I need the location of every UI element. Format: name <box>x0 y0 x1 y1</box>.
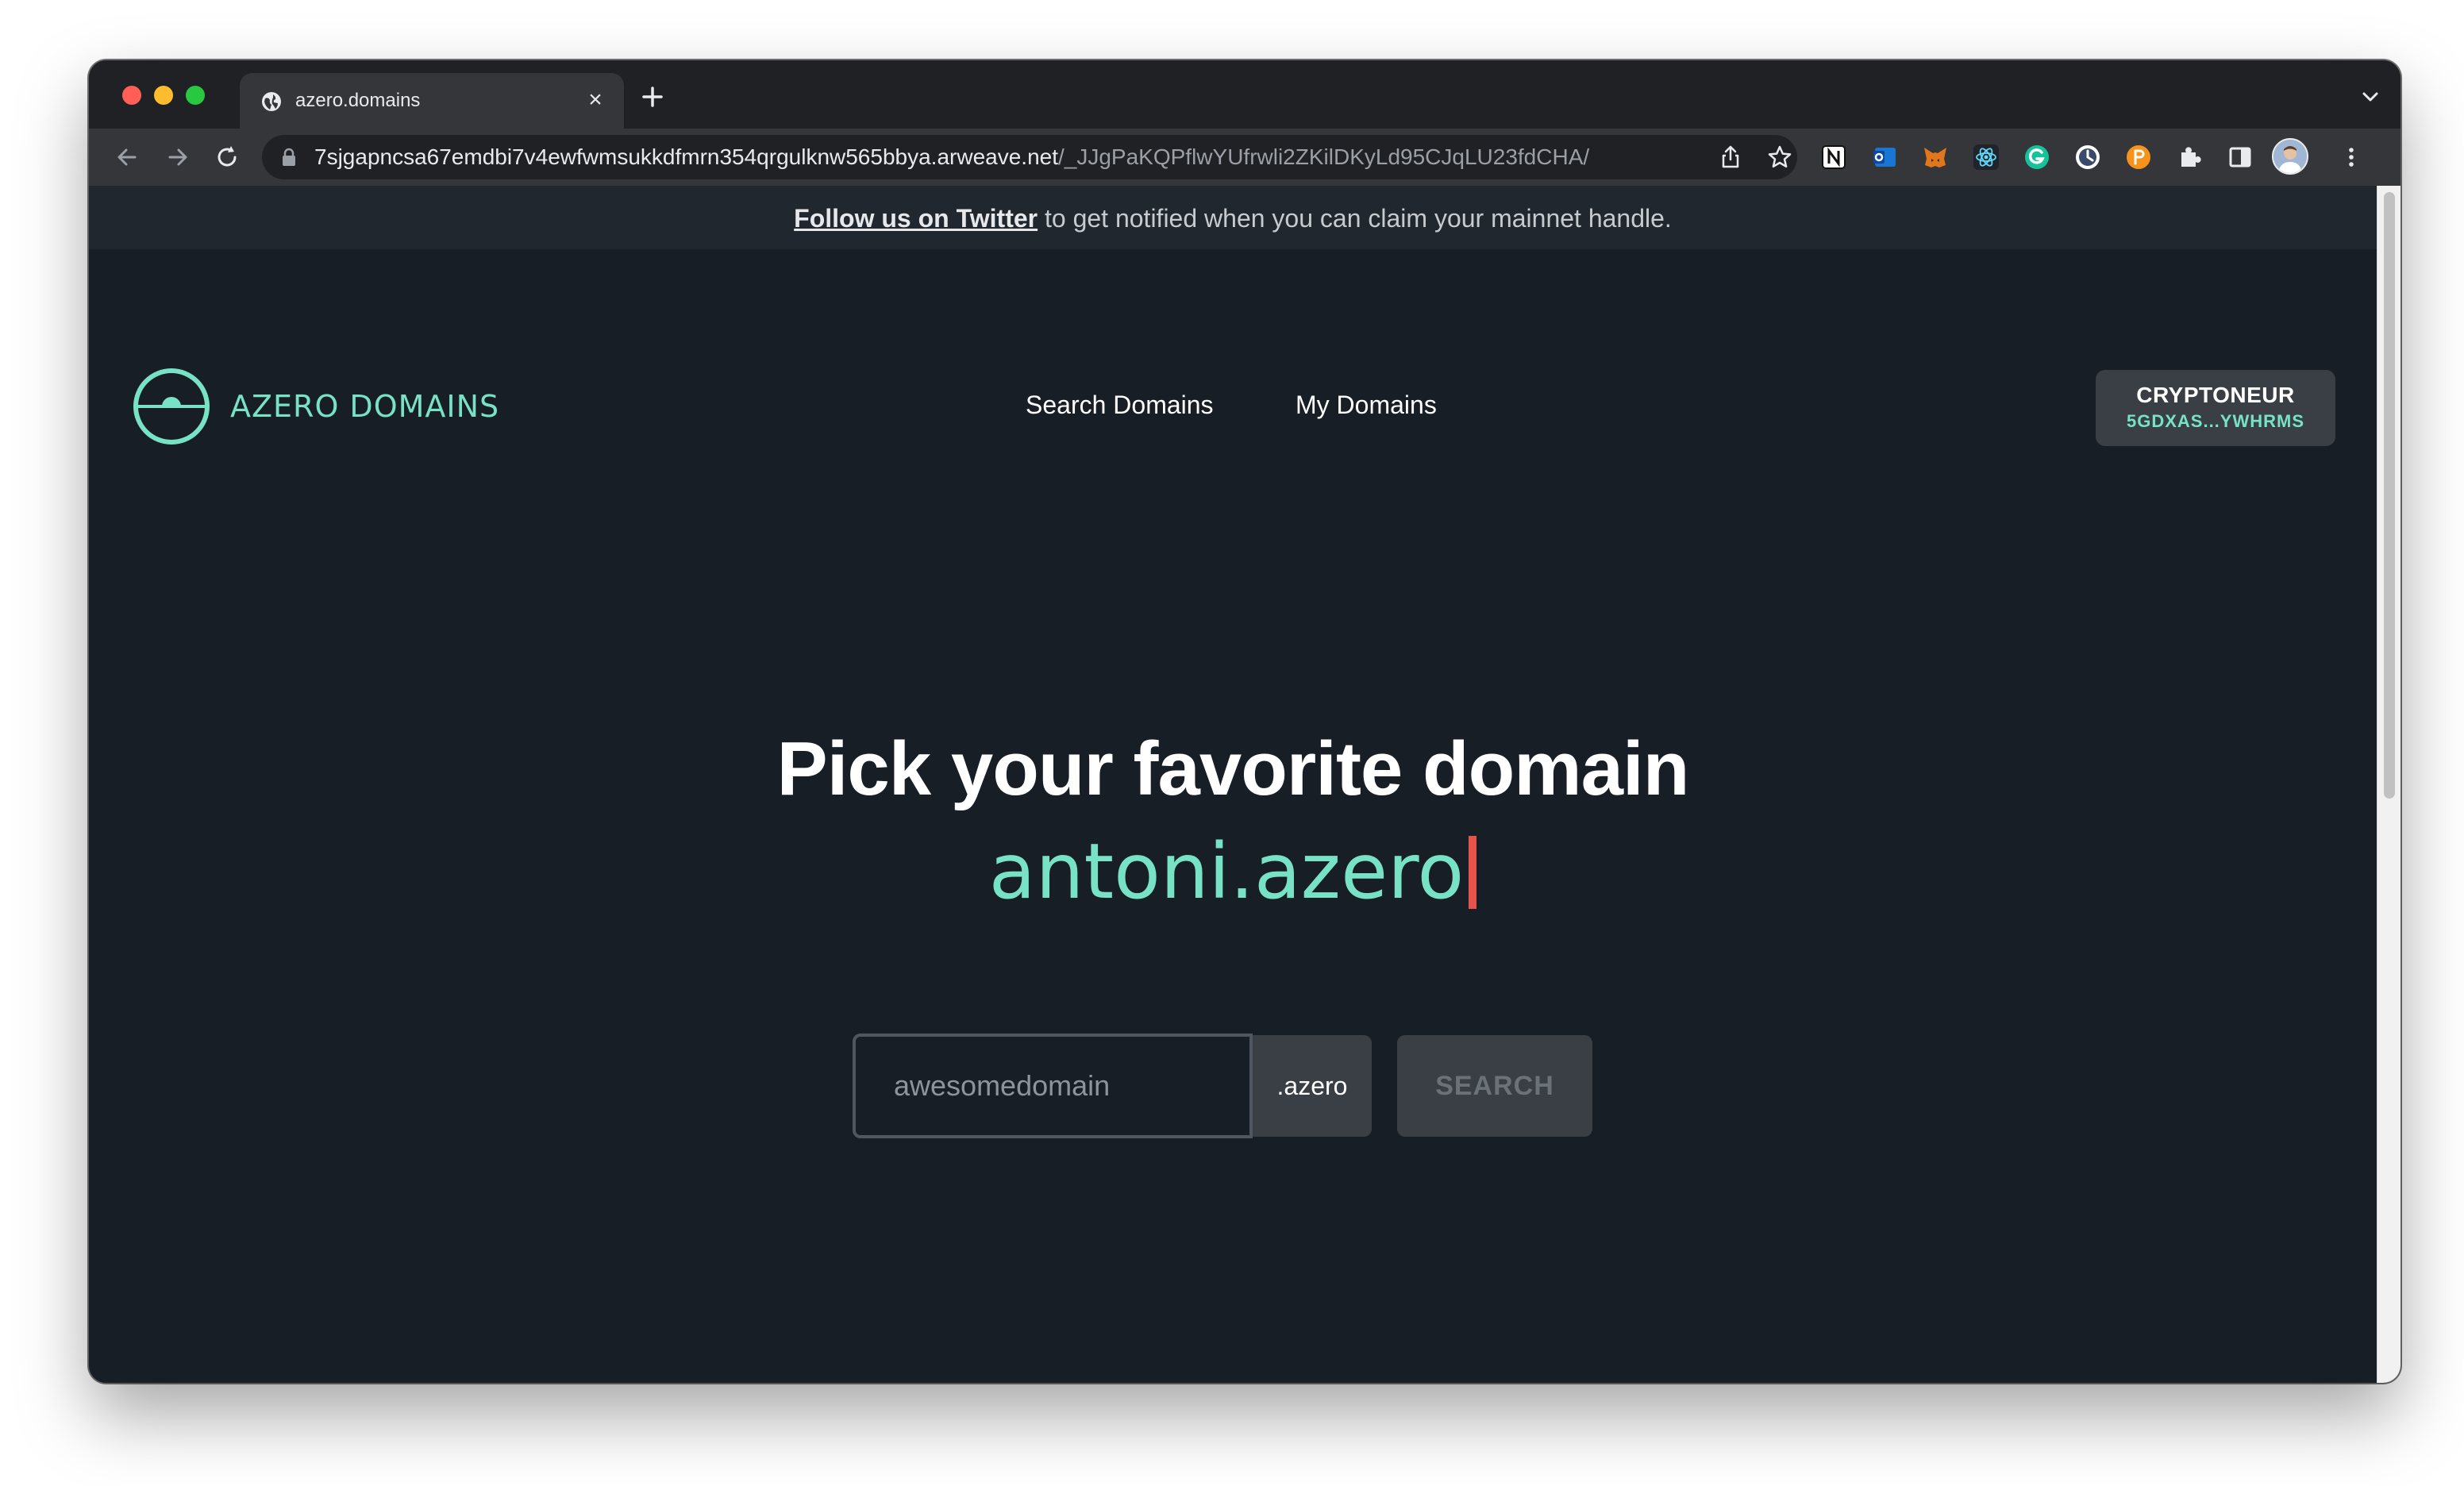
web-page: Follow us on Twitter to get notified whe… <box>89 186 2377 1383</box>
nav-my-domains[interactable]: My Domains <box>1296 391 1437 420</box>
puzzle-extensions-icon[interactable] <box>2173 141 2205 173</box>
new-tab-icon[interactable] <box>637 81 668 113</box>
account-button[interactable]: CRYPTONEUR 5GDXAS...YWHRMS <box>2096 370 2335 446</box>
orange-coin-extension-icon[interactable] <box>2123 141 2154 173</box>
hero-title: Pick your favorite domain <box>776 726 1690 811</box>
share-icon[interactable] <box>1716 143 1745 171</box>
twitter-follow-link[interactable]: Follow us on Twitter <box>794 204 1038 233</box>
azero-logo-icon[interactable] <box>132 367 211 446</box>
tab-strip: azero.domains × <box>89 60 2400 129</box>
banner-message: to get notified when you can claim your … <box>1038 204 1672 233</box>
tab-close-icon[interactable]: × <box>581 86 610 114</box>
react-devtools-icon[interactable] <box>1970 141 2002 173</box>
tld-suffix-label: .azero <box>1253 1035 1372 1137</box>
page-scrollbar[interactable] <box>2377 186 2400 1383</box>
more-menu-icon[interactable] <box>2335 141 2367 173</box>
browser-window: azero.domains × 7sjgapncsa67emdbi7v4ewfw… <box>89 60 2400 1383</box>
banner-text: Follow us on Twitter to get notified whe… <box>794 203 1672 233</box>
typing-caret <box>1469 836 1477 909</box>
brand-name[interactable]: AZERO DOMAINS <box>230 389 499 424</box>
back-arrow-icon[interactable] <box>110 140 144 175</box>
scrollbar-thumb[interactable] <box>2384 192 2395 799</box>
browser-toolbar: 7sjgapncsa67emdbi7v4ewfwmsukkdfmrn354qrg… <box>89 129 2400 186</box>
chevron-down-icon[interactable] <box>2354 81 2386 113</box>
clock-extension-icon[interactable] <box>2072 141 2104 173</box>
bookmark-star-icon[interactable] <box>1765 143 1794 171</box>
address-bar[interactable]: 7sjgapncsa67emdbi7v4ewfwmsukkdfmrn354qrg… <box>262 135 1797 179</box>
url-path: /_JJgPaKQPflwYUfrwli2ZKilDKyLd95CJqLU23f… <box>1058 144 1590 169</box>
grammarly-icon[interactable] <box>2021 141 2053 173</box>
browser-tab[interactable]: azero.domains × <box>240 73 624 129</box>
announcement-banner: Follow us on Twitter to get notified whe… <box>89 186 2377 249</box>
lock-icon <box>283 148 295 166</box>
metamask-fox-icon[interactable] <box>1919 141 1951 173</box>
tab-title: azero.domains <box>295 90 421 111</box>
forward-arrow-icon[interactable] <box>160 140 195 175</box>
typed-domain-display: antoni.azero <box>89 827 2377 916</box>
minimize-window-button[interactable] <box>154 86 173 105</box>
account-name: CRYPTONEUR <box>2136 383 2295 407</box>
account-address: 5GDXAS...YWHRMS <box>2126 411 2305 431</box>
typed-domain-text: antoni.azero <box>988 827 1465 916</box>
outlook-extension-icon[interactable] <box>1869 141 1900 173</box>
search-button[interactable]: SEARCH <box>1397 1035 1592 1137</box>
profile-avatar[interactable] <box>2272 138 2308 175</box>
maximize-window-button[interactable] <box>186 86 205 105</box>
profile-photo-icon <box>2273 140 2307 173</box>
side-panel-icon[interactable] <box>2224 141 2256 173</box>
url-text: 7sjgapncsa67emdbi7v4ewfwmsukkdfmrn354qrg… <box>314 144 1589 170</box>
globe-icon <box>262 92 281 111</box>
nav-search-domains[interactable]: Search Domains <box>1026 391 1214 420</box>
reload-icon[interactable] <box>210 140 244 175</box>
url-domain: 7sjgapncsa67emdbi7v4ewfwmsukkdfmrn354qrg… <box>314 144 1058 169</box>
domain-search-input[interactable] <box>853 1034 1253 1138</box>
close-window-button[interactable] <box>122 86 141 105</box>
notion-extension-icon[interactable] <box>1818 141 1850 173</box>
